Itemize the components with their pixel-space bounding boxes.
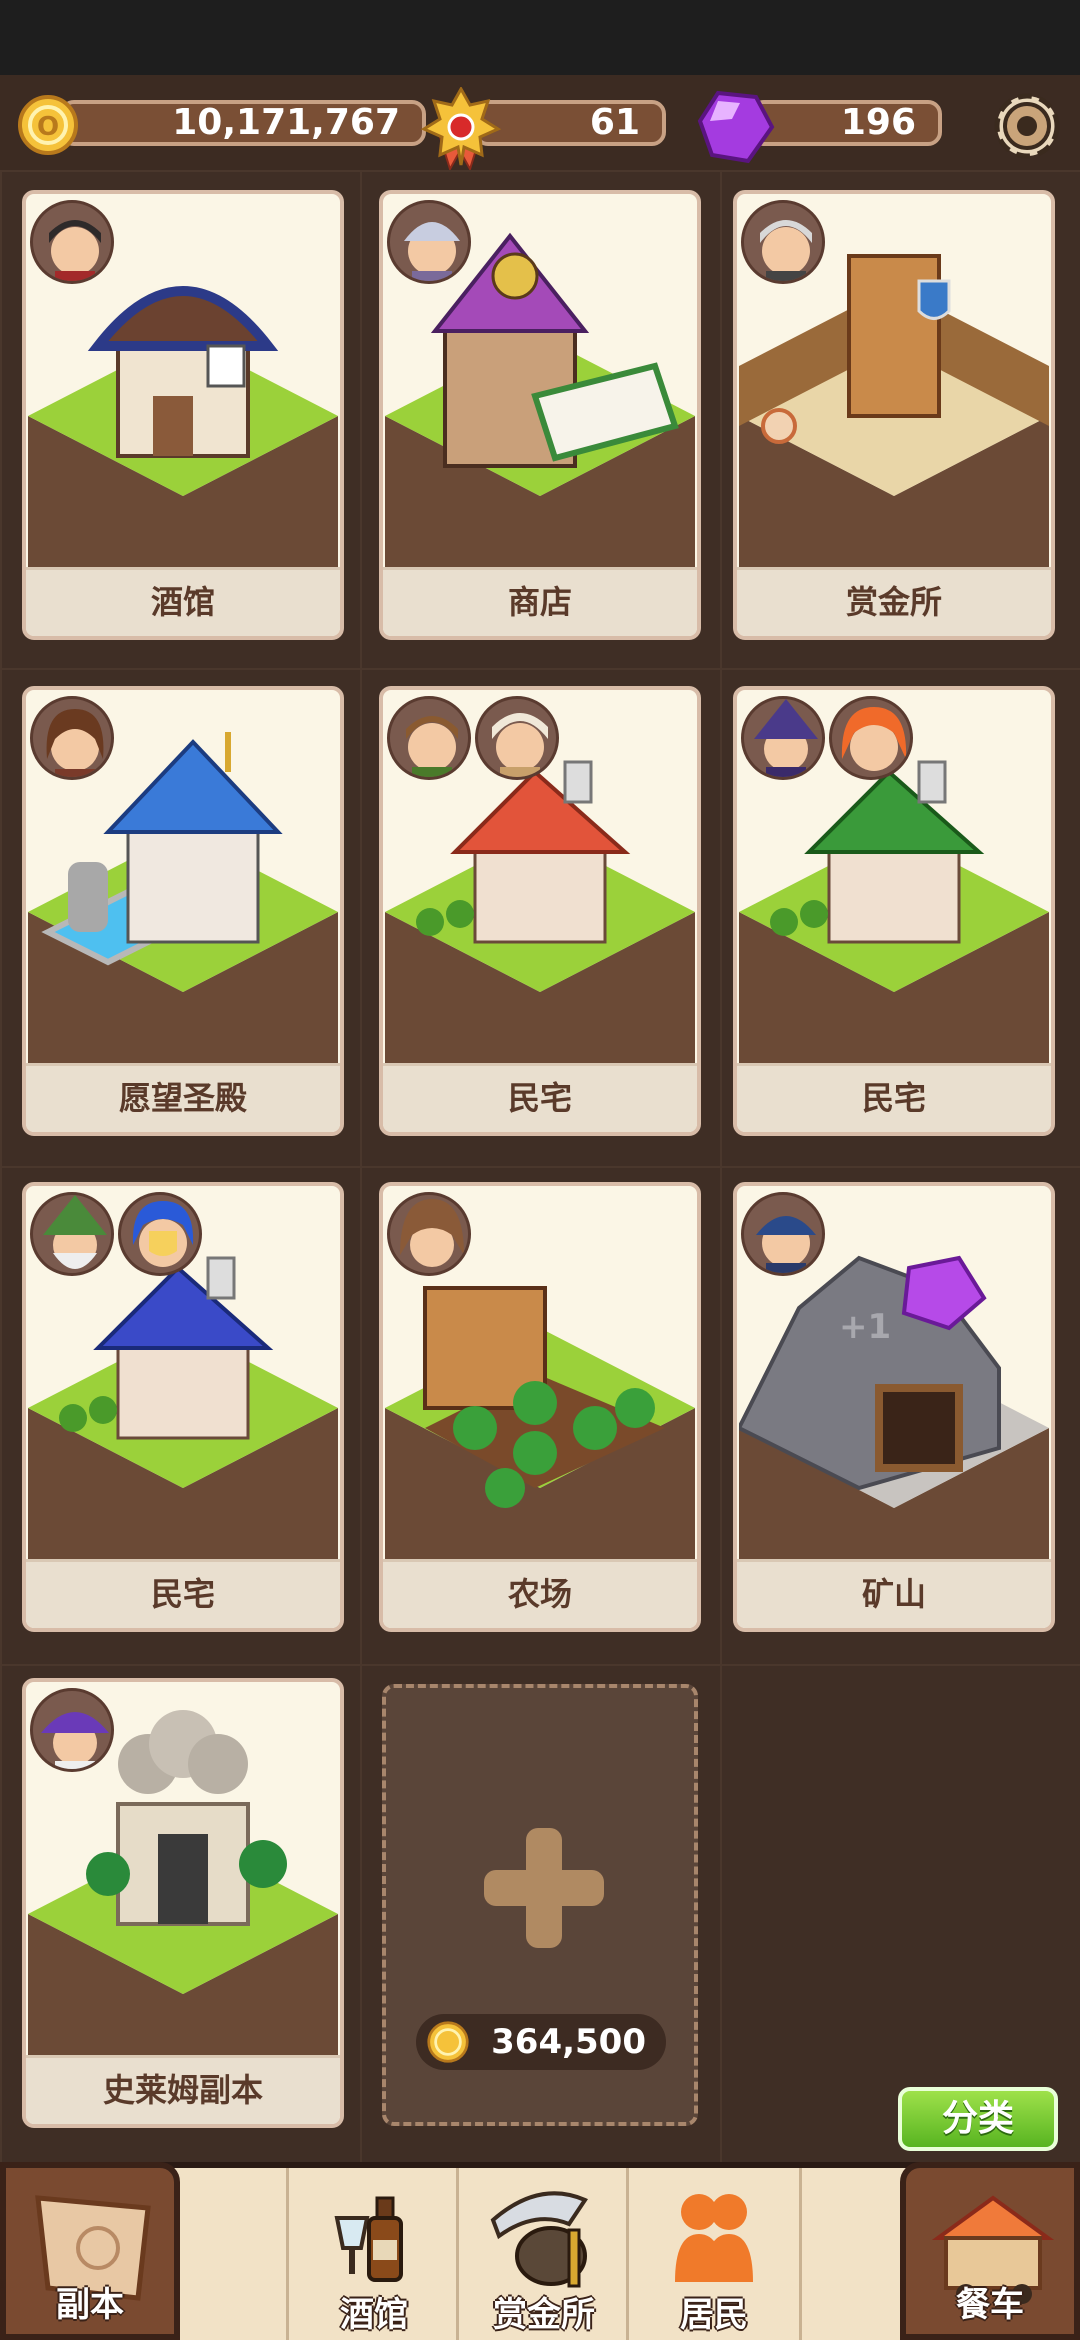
add-building-slot[interactable]: 364,500: [382, 1684, 698, 2126]
resident-avatar: [475, 696, 559, 780]
settings-gear-icon[interactable]: [984, 83, 1070, 169]
gold-coin-icon: O: [18, 95, 78, 155]
building-card-mine[interactable]: +1 矿山: [733, 1182, 1055, 1632]
resident-avatar: [387, 200, 471, 284]
resident-avatar: [741, 200, 825, 284]
building-card-shop[interactable]: 商店: [379, 190, 701, 640]
building-name: 民宅: [26, 1559, 340, 1628]
building-name: 农场: [383, 1559, 697, 1628]
sort-button[interactable]: 分类: [898, 2087, 1058, 2151]
building-card-tavern[interactable]: 酒馆: [22, 190, 344, 640]
building-card-house-red[interactable]: 民宅: [379, 686, 701, 1136]
medal-icon: [420, 87, 502, 171]
gold-amount: 10,171,767: [60, 100, 426, 146]
resident-avatar: [387, 1192, 471, 1276]
building-name: 赏金所: [737, 567, 1051, 636]
tab-tavern[interactable]: 酒馆: [286, 2168, 459, 2340]
resident-avatar: [30, 200, 114, 284]
building-card-bounty[interactable]: 赏金所: [733, 190, 1055, 640]
tab-residents[interactable]: 居民: [626, 2168, 802, 2340]
medal-counter: 61: [420, 87, 670, 171]
tab-residents-label: 居民: [680, 2295, 748, 2335]
building-name: 矿山: [737, 1559, 1051, 1628]
resident-avatar: [30, 1192, 114, 1276]
gem-amount: 196: [750, 100, 942, 146]
building-name: 民宅: [737, 1063, 1051, 1132]
resident-avatar: [30, 696, 114, 780]
system-status-bar: [0, 0, 1080, 75]
add-slot-price: 364,500: [416, 2014, 666, 2070]
building-name: 酒馆: [26, 567, 340, 636]
resident-avatar: [387, 696, 471, 780]
tab-bounty-label: 赏金所: [493, 2295, 595, 2335]
building-name: 史莱姆副本: [26, 2055, 340, 2124]
resident-avatar: [829, 696, 913, 780]
add-slot-price-value: 364,500: [491, 2022, 646, 2062]
mine-bonus-badge: +1: [839, 1307, 891, 1347]
resident-avatar: [30, 1688, 114, 1772]
resident-avatar: [741, 1192, 825, 1276]
building-card-farm[interactable]: 农场: [379, 1182, 701, 1632]
building-name: 商店: [383, 567, 697, 636]
tab-food-cart[interactable]: 餐车: [900, 2162, 1080, 2340]
gold-counter: 10,171,767 O: [16, 93, 426, 155]
tab-food-cart-label: 餐车: [956, 2285, 1024, 2325]
wine-bottle-icon: [334, 2196, 403, 2282]
tab-bounty[interactable]: 赏金所: [456, 2168, 629, 2340]
svg-text:O: O: [37, 112, 59, 142]
building-name: 愿望圣殿: [26, 1063, 340, 1132]
building-card-wish-temple[interactable]: 愿望圣殿: [22, 686, 344, 1136]
resident-avatar: [118, 1192, 202, 1276]
gold-coin-icon: [427, 2021, 469, 2063]
medal-amount: 61: [474, 100, 666, 146]
building-name: 民宅: [383, 1063, 697, 1132]
tab-tavern-label: 酒馆: [340, 2295, 408, 2335]
resource-bar: 10,171,767 O 61 196: [0, 75, 1080, 171]
tab-dungeon[interactable]: 副本: [0, 2162, 180, 2340]
plus-icon: [484, 1828, 604, 1948]
gem-counter: 196: [696, 90, 946, 164]
residents-icon: [675, 2194, 753, 2282]
purple-gem-icon: [697, 90, 775, 164]
building-card-slime-dungeon[interactable]: 史莱姆副本: [22, 1678, 344, 2128]
building-card-house-green[interactable]: 民宅: [733, 686, 1055, 1136]
weapon-bag-icon: [490, 2191, 588, 2288]
tab-dungeon-label: 副本: [56, 2285, 124, 2325]
building-grid: 酒馆 商店 赏金所 愿望圣殿 民宅 民宅 民宅 农场 +1 矿山 史莱姆副本 3…: [0, 170, 1080, 2162]
resident-avatar: [741, 696, 825, 780]
building-card-house-blue[interactable]: 民宅: [22, 1182, 344, 1632]
